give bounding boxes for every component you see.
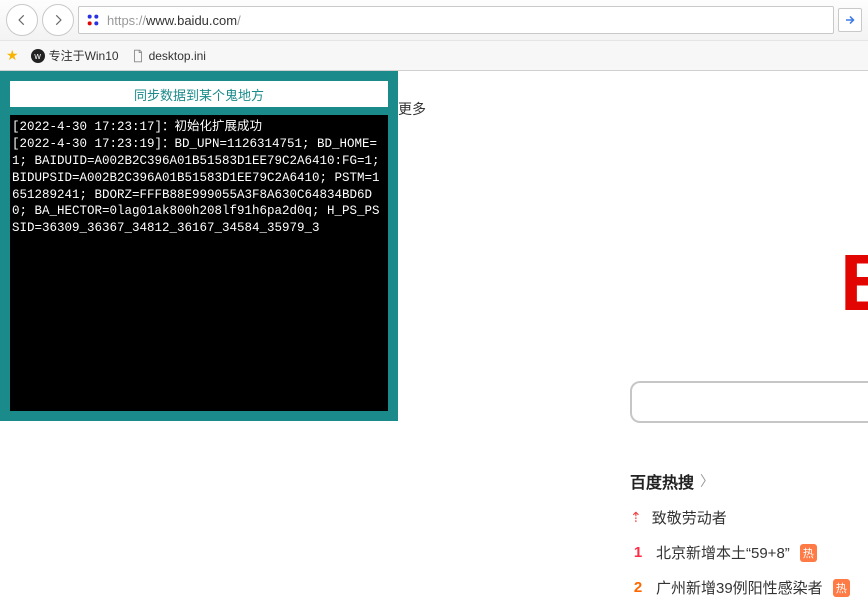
sync-button[interactable]: 同步数据到某个鬼地方 [10, 81, 388, 107]
file-icon [131, 49, 145, 63]
url-host: www.baidu.com [146, 13, 237, 28]
browser-toolbar: https://www.baidu.com/ [0, 0, 868, 40]
hot-item-text: 致敬劳动者 [652, 507, 727, 528]
baidu-logo-fragment: B [840, 237, 868, 329]
back-button[interactable] [6, 4, 38, 36]
go-arrow-icon [844, 14, 856, 26]
hot-item-text: 广州新增39例阳性感染者 [656, 577, 823, 598]
hot-search-item[interactable]: 1 北京新增本土“59+8” 热 [630, 542, 850, 563]
browser-chrome: https://www.baidu.com/ ★ w 专注于Win10 desk… [0, 0, 868, 71]
search-input[interactable] [630, 381, 868, 423]
favorites-star-icon[interactable]: ★ [6, 47, 19, 64]
go-button[interactable] [838, 8, 862, 32]
hot-search-section: 百度热搜 〉 ⇡ 致敬劳动者 1 北京新增本土“59+8” 热 2 广州新增39例阳性感染者… [630, 469, 850, 612]
address-bar[interactable]: https://www.baidu.com/ [78, 6, 834, 34]
hot-search-header[interactable]: 百度热搜 〉 [630, 469, 850, 493]
bookmark-label: desktop.ini [149, 49, 206, 63]
trending-top-icon: ⇡ [630, 509, 642, 526]
bookmarks-bar: ★ w 专注于Win10 desktop.ini [0, 40, 868, 70]
page-content: 同步数据到某个鬼地方 [2022-4-30 17:23:17]：初始化扩展成功 … [0, 71, 868, 576]
url-prefix: https:// [107, 13, 146, 28]
extension-console: [2022-4-30 17:23:17]：初始化扩展成功 [2022-4-30 … [10, 115, 388, 411]
arrow-right-icon [51, 13, 65, 27]
hot-rank-number: 2 [630, 579, 646, 596]
hot-item-text: 北京新增本土“59+8” [656, 542, 790, 563]
arrow-left-icon [15, 13, 29, 27]
bookmark-label: 专注于Win10 [49, 47, 119, 64]
hot-search-item[interactable]: 2 广州新增39例阳性感染者热 [630, 577, 850, 598]
site-favicon-icon [85, 12, 101, 28]
url-text[interactable]: https://www.baidu.com/ [107, 13, 827, 28]
nav-more-link[interactable]: 更多 [398, 99, 426, 119]
chevron-right-icon: 〉 [700, 471, 714, 491]
hot-search-title: 百度热搜 [630, 469, 694, 493]
hot-badge: 热 [833, 579, 850, 597]
hot-search-item[interactable]: ⇡ 致敬劳动者 [630, 507, 850, 528]
extension-panel: 同步数据到某个鬼地方 [2022-4-30 17:23:17]：初始化扩展成功 … [0, 71, 398, 421]
bookmark-item[interactable]: w 专注于Win10 [31, 47, 119, 64]
bookmark-favicon-icon: w [31, 49, 45, 63]
forward-button[interactable] [42, 4, 74, 36]
bookmark-item[interactable]: desktop.ini [131, 49, 206, 63]
hot-badge: 热 [800, 544, 817, 562]
url-suffix: / [237, 13, 241, 28]
hot-rank-number: 1 [630, 544, 646, 561]
